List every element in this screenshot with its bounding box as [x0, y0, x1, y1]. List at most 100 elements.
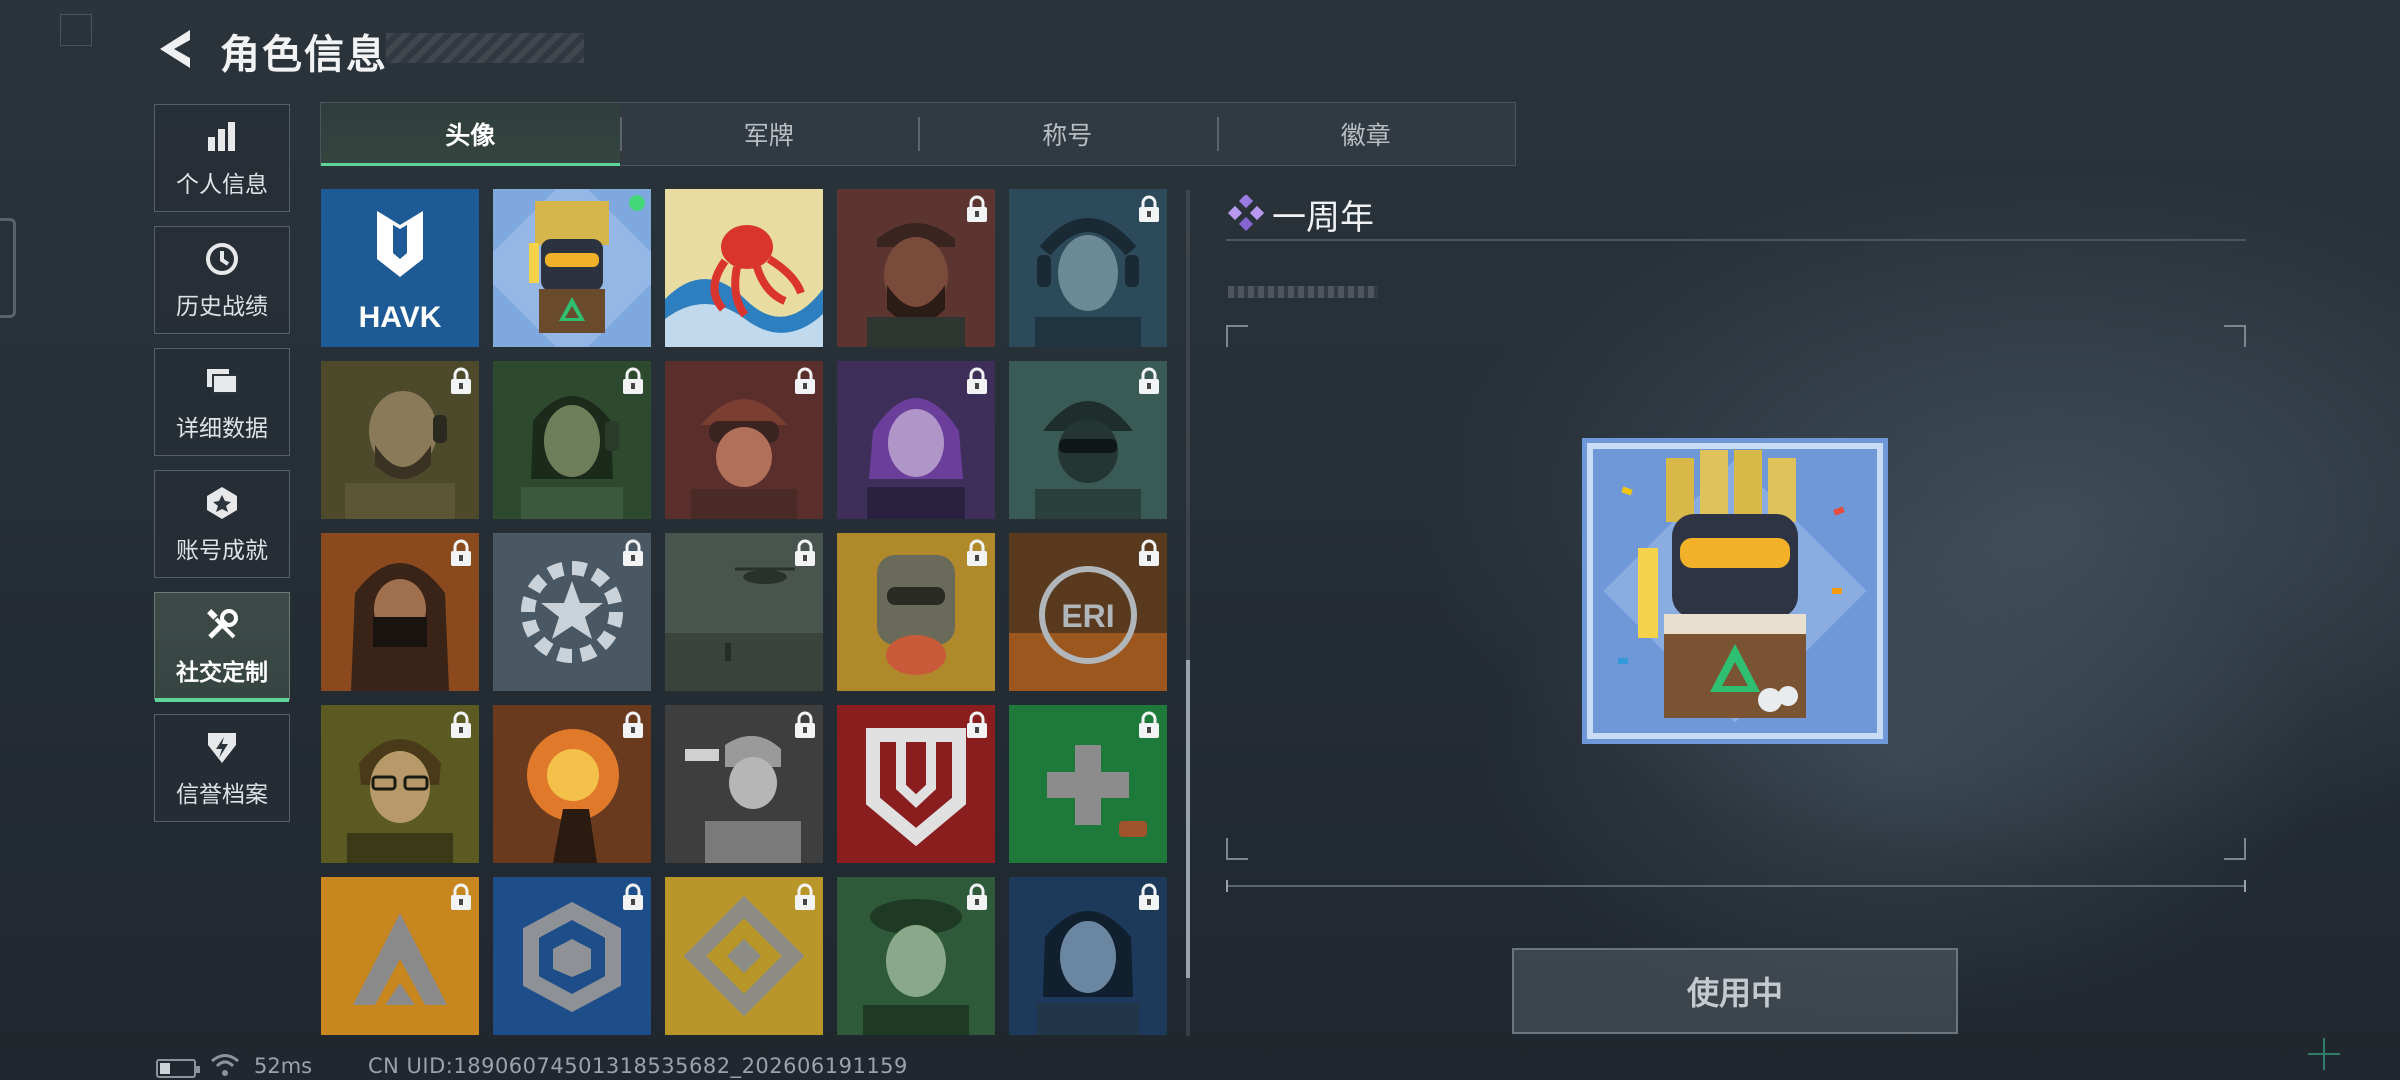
- sidebar: 个人信息 历史战绩 详细数据 账号成就 社交定制 信誉档案: [154, 104, 290, 836]
- avatar-item-longhair-operator-headset[interactable]: [493, 361, 651, 519]
- avatar-item-hooded-masked-operator[interactable]: [321, 533, 479, 691]
- avatar-item-helicopter-battlefield[interactable]: [665, 533, 823, 691]
- window-corner-box: [60, 14, 92, 46]
- avatar-item-blue-longhair-man[interactable]: [1009, 877, 1167, 1035]
- sidebar-item-achievements[interactable]: 账号成就: [154, 470, 290, 578]
- lock-icon: [967, 367, 987, 394]
- wrench-screwdriver-icon: [202, 605, 242, 645]
- detail-bottom-divider: [1226, 880, 2246, 892]
- avatar-item-green-medic-cross[interactable]: [1009, 705, 1167, 863]
- title-stripes-decoration: [386, 33, 584, 63]
- lock-icon: [451, 711, 471, 738]
- back-button[interactable]: [152, 24, 202, 74]
- lock-icon: [1139, 883, 1159, 910]
- folder-icon: [202, 361, 242, 401]
- edge-bracket-decoration: [0, 218, 16, 318]
- sidebar-item-personal-info[interactable]: 个人信息: [154, 104, 290, 212]
- lock-icon: [451, 883, 471, 910]
- player-uid: CN UID:1890607450131853568​2_20260619115…: [368, 1054, 908, 1078]
- bar-chart-icon: [202, 117, 242, 157]
- octopus-wave-art: [665, 189, 823, 347]
- sidebar-item-label: 账号成就: [176, 538, 268, 564]
- lock-icon: [967, 195, 987, 222]
- lock-icon: [1139, 539, 1159, 566]
- detail-divider: [1226, 239, 2246, 241]
- back-arrow-icon: [160, 30, 190, 68]
- avatar-preview-large: [1582, 438, 1888, 744]
- avatar-grid: HAVK ERI: [321, 189, 1167, 1035]
- page-title: 角色信息: [220, 32, 388, 78]
- tab-avatar[interactable]: 头像: [321, 103, 620, 166]
- lock-icon: [1139, 711, 1159, 738]
- avatar-item-explosion-hand[interactable]: [493, 705, 651, 863]
- frame-corner: [1226, 325, 1248, 347]
- avatar-item-orange-triangle-emblem[interactable]: [321, 877, 479, 1035]
- grid-scrollbar-thumb[interactable]: [1186, 660, 1190, 978]
- avatar-item-glasses-operator[interactable]: [321, 705, 479, 863]
- sidebar-item-label: 历史战绩: [176, 294, 268, 320]
- avatar-item-fist-character[interactable]: [837, 533, 995, 691]
- in-use-indicator: [629, 195, 645, 211]
- avatar-item-blue-hex-emblem[interactable]: [493, 877, 651, 1035]
- lock-icon: [967, 711, 987, 738]
- lock-icon: [967, 883, 987, 910]
- anniversary-mascot-art: [493, 189, 651, 347]
- lock-icon: [623, 539, 643, 566]
- avatar-item-helmet-goggles-operator[interactable]: [665, 361, 823, 519]
- avatar-item-anniversary-mascot[interactable]: [493, 189, 651, 347]
- avatar-item-bearded-operator-cap[interactable]: [837, 189, 995, 347]
- lock-icon: [623, 883, 643, 910]
- sidebar-item-credit-record[interactable]: 信誉档案: [154, 714, 290, 822]
- ping-latency: 52ms: [254, 1054, 313, 1078]
- lock-icon: [623, 367, 643, 394]
- tab-badge[interactable]: 徽章: [1216, 103, 1516, 165]
- sidebar-item-label: 信誉档案: [176, 782, 268, 808]
- tab-title[interactable]: 称号: [918, 103, 1217, 165]
- avatar-item-eri-globe-emblem[interactable]: ERI: [1009, 533, 1167, 691]
- lock-icon: [451, 539, 471, 566]
- frame-corner: [2224, 838, 2246, 860]
- avatar-item-bald-operator-headset[interactable]: [321, 361, 479, 519]
- frame-corner: [1226, 838, 1248, 860]
- avatar-item-octopus-wave[interactable]: [665, 189, 823, 347]
- sidebar-item-label: 个人信息: [176, 172, 268, 198]
- sidebar-item-label: 社交定制: [176, 660, 268, 686]
- sidebar-item-detailed-data[interactable]: 详细数据: [154, 348, 290, 456]
- lock-icon: [1139, 367, 1159, 394]
- battery-level-fill: [160, 1063, 170, 1074]
- in-use-button[interactable]: 使用中: [1512, 948, 1958, 1034]
- lock-icon: [795, 367, 815, 394]
- lock-icon: [623, 711, 643, 738]
- avatar-item-havk-logo[interactable]: HAVK: [321, 189, 479, 347]
- detail-item-name: 一周年: [1272, 198, 1374, 238]
- frame-corner: [2224, 325, 2246, 347]
- rarity-diamond-icon: [1228, 195, 1264, 231]
- wifi-icon: [211, 1054, 239, 1076]
- sidebar-item-label: 详细数据: [176, 416, 268, 442]
- crosshair-decoration: [2308, 1038, 2340, 1070]
- avatar-item-red-shield-emblem[interactable]: [837, 705, 995, 863]
- category-tabs: 头像 军牌 称号 徽章: [320, 102, 1516, 166]
- havk-text: HAVK: [359, 301, 442, 334]
- lock-icon: [451, 367, 471, 394]
- lock-icon: [795, 711, 815, 738]
- lock-icon: [1139, 195, 1159, 222]
- shield-bolt-icon: [202, 727, 242, 767]
- lock-icon: [967, 539, 987, 566]
- havk-logo-art: HAVK: [321, 189, 479, 347]
- sidebar-item-history[interactable]: 历史战绩: [154, 226, 290, 334]
- lock-icon: [795, 883, 815, 910]
- avatar-item-purple-hair-operator[interactable]: [837, 361, 995, 519]
- avatar-item-masked-helmet-operator[interactable]: [1009, 361, 1167, 519]
- avatar-item-green-beret-woman[interactable]: [837, 877, 995, 1035]
- battery-icon: [156, 1059, 200, 1078]
- tab-dog-tag[interactable]: 军牌: [619, 103, 919, 165]
- eri-text: ERI: [1061, 598, 1114, 634]
- sidebar-item-social-custom[interactable]: 社交定制: [154, 592, 290, 702]
- history-clock-icon: [202, 239, 242, 279]
- lock-icon: [795, 539, 815, 566]
- avatar-item-yellow-diamond-emblem[interactable]: [665, 877, 823, 1035]
- avatar-item-pistol-soldier-sketch[interactable]: [665, 705, 823, 863]
- avatar-item-pilot-headset[interactable]: [1009, 189, 1167, 347]
- avatar-item-star-gear-emblem[interactable]: [493, 533, 651, 691]
